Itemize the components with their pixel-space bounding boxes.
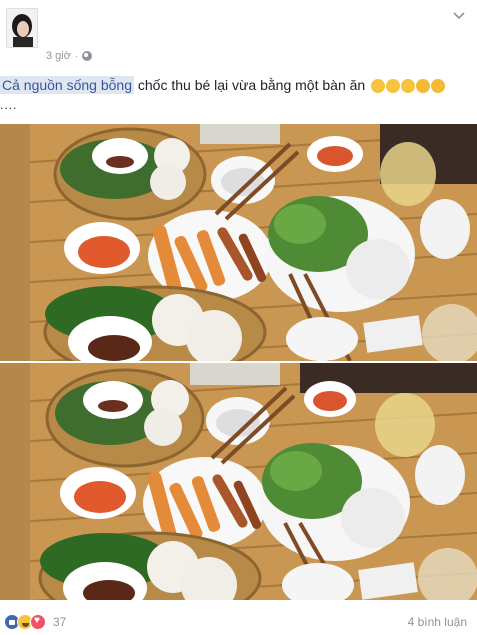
reaction-count[interactable]: 37 xyxy=(53,615,66,629)
caption-more[interactable]: .... xyxy=(0,98,17,112)
laughing-emoji-icon xyxy=(386,79,401,94)
avatar[interactable] xyxy=(6,8,38,48)
globe-icon[interactable] xyxy=(81,51,92,61)
comments-count-link[interactable]: 4 bình luận xyxy=(408,615,467,629)
chevron-down-icon[interactable] xyxy=(451,8,467,24)
post-caption: Cả nguồn sống bỗng chốc thu bé lại vừa b… xyxy=(0,76,477,94)
facebook-post: 3 giờ · Cả nguồn sống bỗng chốc thu bé l… xyxy=(0,0,477,635)
separator-dot: · xyxy=(74,51,78,61)
love-icon xyxy=(30,613,46,630)
reactions-summary[interactable]: 37 xyxy=(4,613,66,630)
reaction-icons xyxy=(4,613,46,630)
caption-text: chốc thu bé lại vừa bằng một bàn ăn xyxy=(134,77,366,93)
food-table-photo[interactable] xyxy=(0,363,477,600)
laughing-emoji-icon xyxy=(401,79,416,94)
kissing-emoji-icon xyxy=(416,79,431,94)
post-footer: 37 4 bình luận xyxy=(0,608,477,635)
caption-highlight-link[interactable]: Cả nguồn sống bỗng xyxy=(0,76,134,94)
post-meta: 3 giờ · xyxy=(46,50,92,62)
post-timestamp[interactable]: 3 giờ xyxy=(46,50,71,62)
laughing-emoji-icon xyxy=(371,79,386,94)
caption-emojis xyxy=(371,79,446,94)
winking-tongue-emoji-icon xyxy=(431,79,446,94)
food-table-photo[interactable] xyxy=(0,124,477,361)
